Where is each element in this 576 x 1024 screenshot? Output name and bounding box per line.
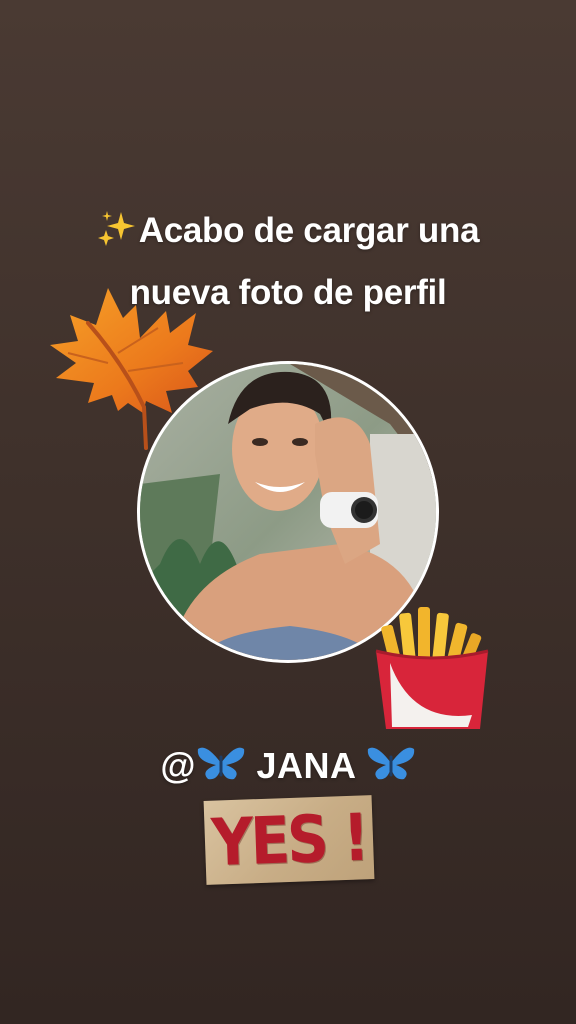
mention-name: JANA [256,745,356,786]
butterfly-icon [367,747,414,780]
sparkles-icon [97,211,135,246]
french-fries-icon[interactable] [372,603,492,735]
butterfly-icon [197,747,245,780]
headline-text-1: Acabo de cargar una [138,211,480,250]
mention-at: @ [160,745,196,786]
yes-sticker[interactable]: YES ! [203,795,375,885]
headline-line-1: Acabo de cargar una [40,200,536,262]
yes-sticker-text: YES ! [210,799,368,881]
mention-line[interactable]: @ JANA [0,738,576,794]
